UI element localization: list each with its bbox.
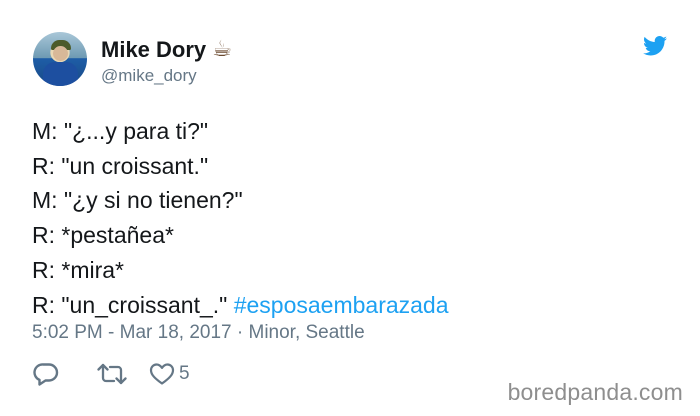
watermark-boredpanda: boredpanda.com: [507, 379, 683, 405]
reply-icon: [33, 363, 59, 386]
like-count: 5: [179, 363, 190, 384]
user-display-name[interactable]: Mike Dory: [101, 37, 206, 63]
tweet-line: M: "¿...y para ti?": [32, 118, 209, 144]
tweet-line: R: "un croissant.": [32, 152, 209, 179]
retweet-button[interactable]: [97, 362, 149, 386]
avatar-shirt: [43, 62, 78, 86]
tweet-text: M: "¿...y para ti?" R: "un croissant." M…: [32, 114, 449, 322]
user-name-row: Mike Dory ☕: [101, 36, 232, 64]
tweet-line-text: R: "un_croissant_.": [32, 291, 234, 318]
tweet-card: Mike Dory ☕ @mike_dory M: "¿...y para ti…: [0, 0, 700, 416]
user-handle[interactable]: @mike_dory: [101, 66, 197, 86]
hashtag-link[interactable]: #esposaembarazada: [234, 292, 449, 318]
reply-button[interactable]: [33, 362, 97, 386]
twitter-bird-icon[interactable]: [643, 36, 667, 56]
heart-icon: [149, 363, 175, 385]
avatar[interactable]: [33, 32, 87, 86]
coffee-emoji-icon: ☕: [212, 37, 232, 62]
tweet-line: R: *mira*: [32, 256, 125, 283]
tweet-line: M: "¿y si no tienen?": [32, 187, 243, 214]
tweet-timestamp-location[interactable]: 5:02 PM - Mar 18, 2017 · Minor, Seattle: [32, 322, 365, 344]
tweet-line: R: *pestañea*: [32, 222, 174, 249]
avatar-face: [53, 46, 68, 61]
like-button[interactable]: 5: [149, 362, 190, 386]
tweet-line-last: R: "un_croissant_." #esposaembarazada: [32, 288, 449, 323]
retweet-icon: [97, 363, 127, 385]
tweet-actions: 5: [33, 361, 190, 387]
